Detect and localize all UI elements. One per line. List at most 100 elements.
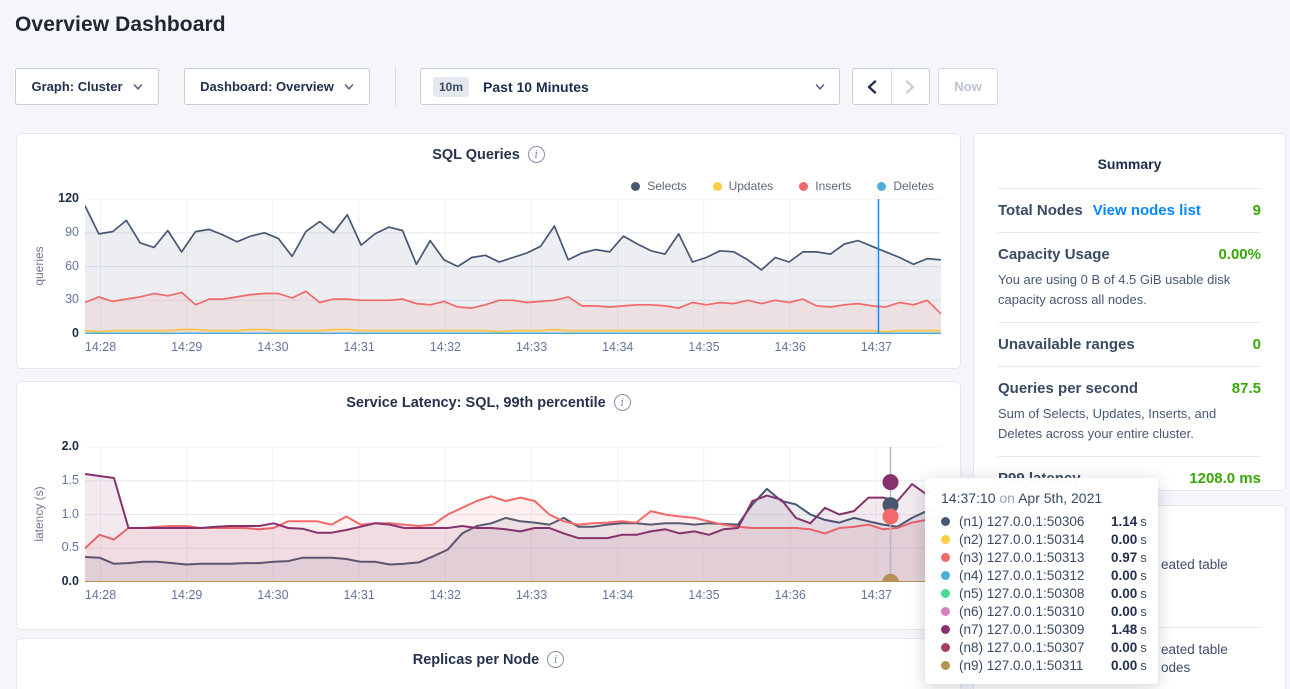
event-item-fragment: eated table: [1161, 642, 1228, 657]
next-window-button[interactable]: [891, 69, 930, 104]
summary-value: 0.00%: [1218, 246, 1261, 263]
graph-scope-dropdown[interactable]: Graph: Cluster: [15, 68, 159, 105]
time-window-arrows: [852, 68, 930, 105]
x-axis-tick-label: 14:36: [762, 588, 818, 602]
chart-hover-tooltip: 14:37:10 on Apr 5th, 2021 (n1) 127.0.0.1…: [925, 478, 1158, 684]
tooltip-node-row: (n1) 127.0.0.1:503061.14s: [941, 512, 1142, 530]
dashboard-dropdown[interactable]: Dashboard: Overview: [184, 68, 370, 105]
y-axis-tick-label: 0.5: [23, 540, 79, 554]
summary-value: 9: [1253, 202, 1261, 219]
chart-title: Service Latency: SQL, 99th percentile: [346, 395, 606, 411]
info-icon[interactable]: i: [528, 146, 545, 163]
series-dot: [713, 182, 722, 191]
x-axis-tick-label: 14:34: [590, 340, 646, 354]
x-axis-tick-label: 14:36: [762, 340, 818, 354]
tooltip-node-value: 0.00s: [1111, 658, 1147, 673]
tooltip-node-label: (n4) 127.0.0.1:50312: [959, 568, 1111, 583]
tooltip-node-row: (n6) 127.0.0.1:503100.00s: [941, 602, 1142, 620]
sql-queries-plot[interactable]: [85, 199, 941, 334]
series-dot: [941, 517, 950, 526]
now-button-label: Now: [954, 79, 981, 94]
y-axis-tick-label: 90: [23, 225, 79, 239]
y-axis-tick-label: 0.0: [23, 574, 79, 588]
series-dot: [941, 553, 950, 562]
y-axis-tick-label: 1.5: [23, 473, 79, 487]
dashboard-label: Dashboard: Overview: [200, 79, 334, 94]
series-dot: [877, 182, 886, 191]
tooltip-node-row: (n5) 127.0.0.1:503080.00s: [941, 584, 1142, 602]
tooltip-node-row: (n3) 127.0.0.1:503130.97s: [941, 548, 1142, 566]
y-axis-tick-label: 2.0: [23, 439, 79, 453]
tooltip-node-label: (n7) 127.0.0.1:50309: [959, 622, 1111, 637]
summary-row-unavailable-ranges: Unavailable ranges 0: [998, 322, 1261, 366]
tooltip-timestamp: 14:37:10 on Apr 5th, 2021: [941, 490, 1142, 506]
summary-row-total-nodes: Total Nodes View nodes list 9: [998, 188, 1261, 232]
x-axis-tick-label: 14:35: [676, 588, 732, 602]
summary-panel: Summary Total Nodes View nodes list 9 Ca…: [973, 133, 1286, 491]
legend-item-updates: Updates: [713, 179, 774, 193]
x-axis-tick-label: 14:37: [848, 340, 904, 354]
x-axis-tick-label: 14:37: [848, 588, 904, 602]
prev-window-button[interactable]: [853, 69, 891, 104]
time-range-badge: 10m: [433, 77, 469, 97]
overview-dashboard-page: Overview Dashboard Graph: Cluster Dashbo…: [0, 0, 1290, 689]
summary-value: 87.5: [1232, 380, 1261, 397]
summary-row-queries-per-second: Queries per second 87.5 Sum of Selects, …: [998, 366, 1261, 456]
tooltip-node-label: (n2) 127.0.0.1:50314: [959, 532, 1111, 547]
legend-item-inserts: Inserts: [799, 179, 851, 193]
service-latency-plot[interactable]: [85, 447, 941, 582]
chart-legend: Selects Updates Inserts Deletes: [631, 179, 934, 193]
series-dot: [941, 607, 950, 616]
tooltip-node-value: 0.00s: [1111, 640, 1147, 655]
time-range-dropdown[interactable]: 10m Past 10 Minutes: [420, 68, 840, 105]
series-dot: [941, 571, 950, 580]
x-axis-tick-label: 14:31: [331, 340, 387, 354]
series-dot: [799, 182, 808, 191]
legend-item-deletes: Deletes: [877, 179, 934, 193]
x-axis-tick-label: 14:29: [159, 340, 215, 354]
y-axis-tick-label: 1.0: [23, 507, 79, 521]
x-axis-tick-label: 14:30: [245, 340, 301, 354]
tooltip-node-value: 0.97s: [1111, 550, 1147, 565]
info-icon[interactable]: i: [614, 394, 631, 411]
tooltip-node-label: (n1) 127.0.0.1:50306: [959, 514, 1111, 529]
chevron-down-icon: [815, 82, 825, 92]
summary-label: Total Nodes: [998, 202, 1083, 219]
tooltip-node-row: (n4) 127.0.0.1:503120.00s: [941, 566, 1142, 584]
view-nodes-list-link[interactable]: View nodes list: [1093, 202, 1201, 219]
tooltip-node-row: (n7) 127.0.0.1:503091.48s: [941, 620, 1142, 638]
summary-label: Capacity Usage: [998, 246, 1110, 263]
chevron-left-icon: [866, 80, 878, 94]
x-axis-tick-label: 14:32: [417, 340, 473, 354]
y-axis-tick-label: 0: [23, 326, 79, 340]
tooltip-node-row: (n2) 127.0.0.1:503140.00s: [941, 530, 1142, 548]
tooltip-node-row: (n9) 127.0.0.1:503110.00s: [941, 656, 1142, 674]
series-dot: [941, 661, 950, 670]
tooltip-node-value: 1.14s: [1111, 514, 1147, 529]
tooltip-node-label: (n9) 127.0.0.1:50311: [959, 658, 1111, 673]
summary-label: Unavailable ranges: [998, 336, 1135, 353]
summary-heading: Summary: [998, 150, 1261, 188]
x-axis-tick-label: 14:33: [504, 588, 560, 602]
now-button[interactable]: Now: [938, 68, 998, 105]
x-axis-tick-label: 14:35: [676, 340, 732, 354]
y-axis-tick-label: 30: [23, 292, 79, 306]
tooltip-node-value: 0.00s: [1111, 568, 1147, 583]
summary-value: 0: [1253, 336, 1261, 353]
tooltip-node-row: (n8) 127.0.0.1:503070.00s: [941, 638, 1142, 656]
controls-divider: [395, 66, 396, 107]
x-axis-tick-label: 14:30: [245, 588, 301, 602]
x-axis-tick-label: 14:28: [73, 340, 129, 354]
chart-title: SQL Queries: [432, 147, 520, 163]
series-dot: [941, 535, 950, 544]
info-icon[interactable]: i: [547, 651, 564, 668]
series-dot: [941, 643, 950, 652]
series-dot: [631, 182, 640, 191]
y-axis-tick-label: 120: [23, 191, 79, 205]
summary-description: Sum of Selects, Updates, Inserts, and De…: [998, 404, 1261, 443]
summary-description: You are using 0 B of 4.5 GiB usable disk…: [998, 270, 1261, 309]
event-item-fragment: odes: [1161, 660, 1190, 675]
tooltip-node-label: (n6) 127.0.0.1:50310: [959, 604, 1111, 619]
sql-queries-chart-card: SQL Queries i Selects Updates Inserts De…: [16, 133, 961, 369]
series-dot: [941, 625, 950, 634]
